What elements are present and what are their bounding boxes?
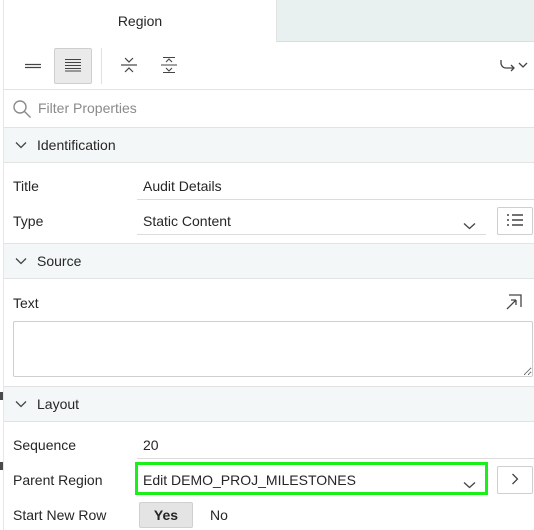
section-layout-label: Layout (37, 396, 80, 412)
sequence-underline (137, 458, 534, 459)
parent-region-select[interactable]: Edit DEMO_PROJ_MILESTONES (143, 472, 356, 488)
start-new-row-yes-button[interactable]: Yes (139, 502, 193, 528)
title-label: Title (13, 178, 39, 194)
parent-region-label: Parent Region (13, 472, 103, 488)
collapse-all-button[interactable] (110, 48, 148, 84)
left-edge-marker (0, 392, 3, 400)
section-identification-label: Identification (37, 137, 116, 153)
sequence-label: Sequence (13, 437, 77, 453)
filter-properties-input[interactable] (38, 97, 518, 119)
collapse-all-icon (120, 56, 138, 77)
expand-all-icon (160, 56, 178, 77)
text-label: Text (13, 295, 39, 311)
show-all-button[interactable] (54, 48, 92, 84)
sequence-field[interactable]: 20 (143, 437, 159, 453)
start-new-row-no-button[interactable]: No (196, 502, 242, 528)
search-icon (12, 99, 32, 122)
start-new-row-label: Start New Row (13, 507, 107, 523)
open-editor-icon[interactable] (505, 293, 523, 314)
chevron-down-icon (15, 400, 29, 408)
chevron-down-icon[interactable] (463, 476, 476, 492)
chevron-down-icon (15, 257, 29, 265)
tab-region[interactable]: Region (4, 0, 277, 42)
tab-bar-filler (277, 0, 534, 42)
expand-all-button[interactable] (150, 48, 188, 84)
toolbar-divider (101, 48, 102, 84)
title-field[interactable]: Audit Details (143, 178, 222, 194)
section-source[interactable]: Source (4, 243, 534, 279)
section-layout[interactable]: Layout (4, 386, 534, 422)
properties-toolbar (4, 42, 534, 90)
tab-bar: Region (4, 0, 534, 42)
chevron-right-icon (511, 472, 519, 488)
type-underline (137, 234, 486, 235)
title-underline (137, 199, 534, 200)
text-textarea[interactable] (13, 321, 533, 377)
multi-line-view-icon (64, 58, 82, 75)
section-identification[interactable]: Identification (4, 127, 534, 163)
type-select[interactable]: Static Content (143, 213, 231, 229)
filter-bar (4, 90, 534, 128)
type-list-button[interactable] (497, 207, 533, 235)
single-line-view-icon (24, 58, 42, 74)
chevron-down-icon[interactable] (463, 217, 476, 233)
list-icon (506, 213, 524, 230)
section-source-label: Source (37, 253, 82, 269)
tab-region-label: Region (117, 13, 163, 29)
go-to-group-icon (498, 57, 530, 76)
left-edge-marker (0, 462, 3, 470)
chevron-down-icon (15, 141, 29, 149)
go-to-group-button[interactable] (494, 48, 534, 84)
go-to-parent-region-button[interactable] (497, 466, 533, 494)
type-label: Type (13, 213, 44, 229)
show-common-button[interactable] (14, 48, 52, 84)
